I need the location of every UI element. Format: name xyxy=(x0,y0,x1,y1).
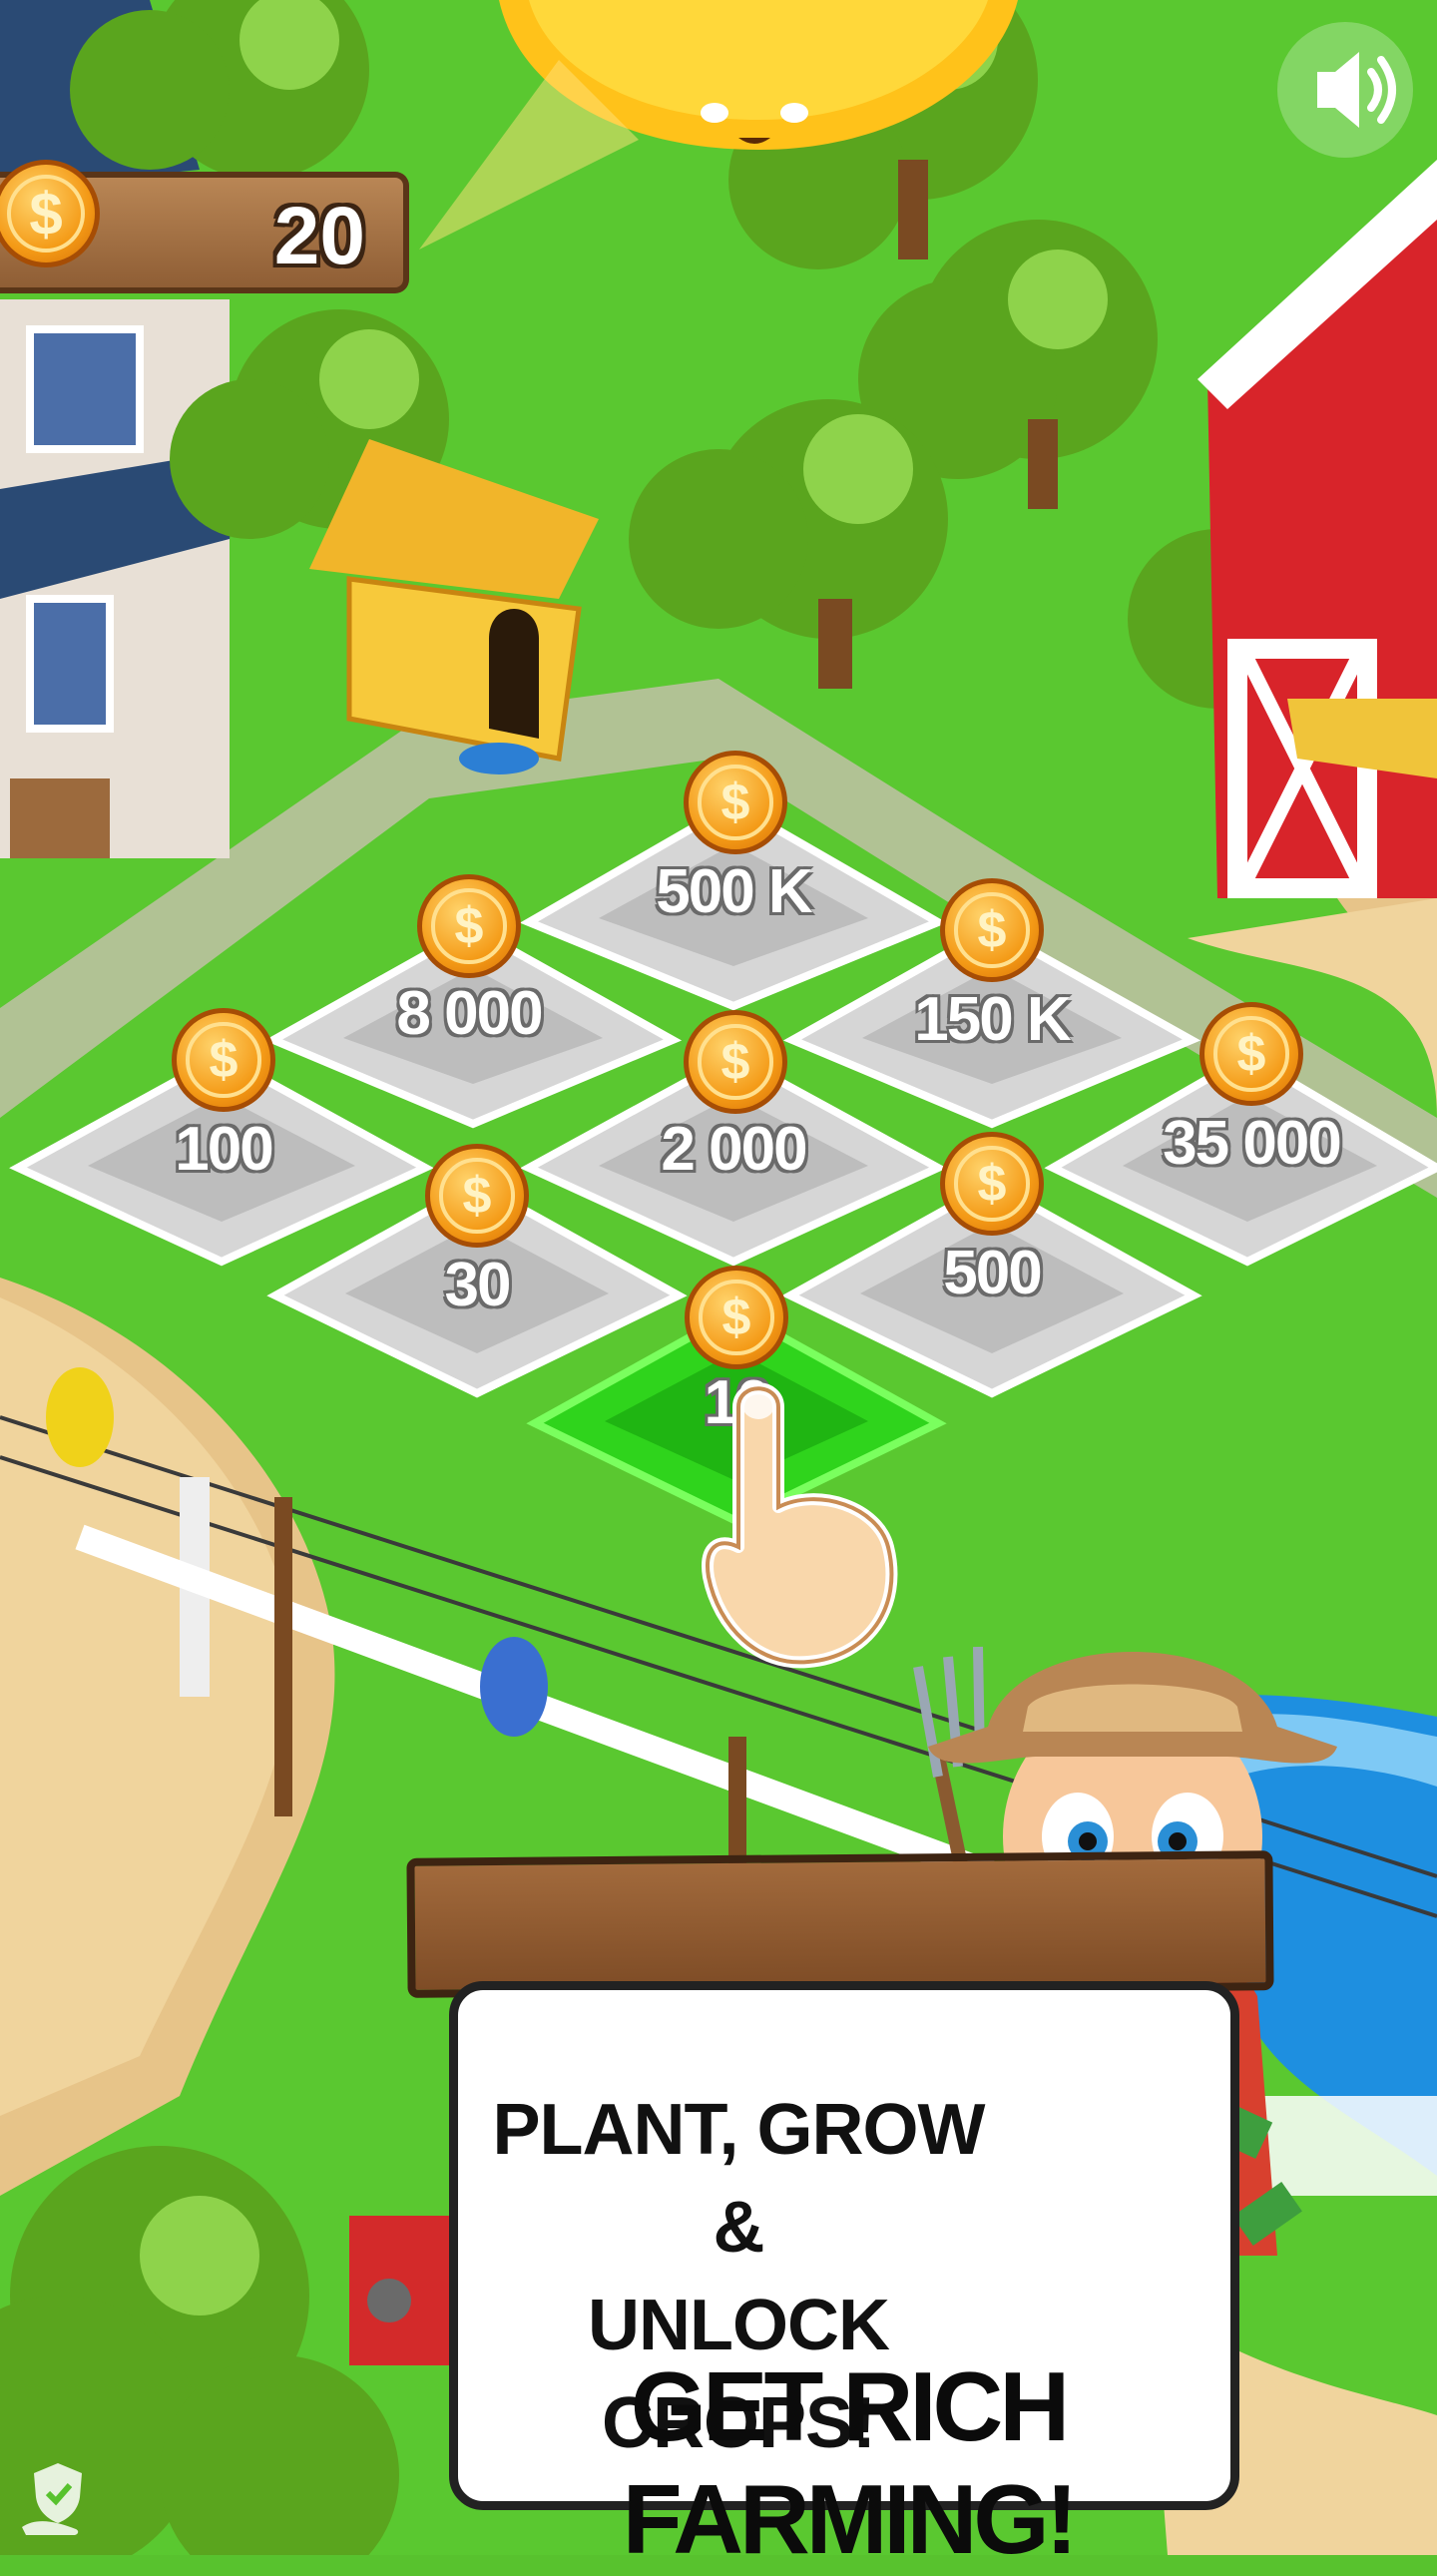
plot-price-label: 100 xyxy=(175,1115,273,1184)
coin-dollar-icon: $ xyxy=(685,1266,788,1369)
coin-dollar-icon: $ xyxy=(1199,1002,1303,1106)
plot-price-label: 8 000 xyxy=(396,979,543,1048)
plot-price-label: 500 xyxy=(943,1239,1042,1307)
tap-hand-icon xyxy=(702,1382,898,1669)
plot-price-label: 35 000 xyxy=(1163,1109,1342,1178)
plot-price-label: 500 K xyxy=(656,857,812,926)
coin-dollar-icon: $ xyxy=(417,874,521,978)
coin-dollar-icon: $ xyxy=(425,1144,529,1248)
plot-price-label: 30 xyxy=(444,1251,512,1319)
promo-subtitle-line: PLANT, GROW & xyxy=(492,2090,986,2268)
plot-price-label: 150 K xyxy=(914,985,1071,1054)
promo-title: GET RICH FARMING! xyxy=(622,2351,1079,2574)
coin-dollar-icon: $ xyxy=(684,751,787,854)
coin-dollar-icon: $ xyxy=(940,1132,1044,1236)
coin-dollar-icon: $ xyxy=(684,1010,787,1114)
coin-dollar-icon: $ xyxy=(172,1008,275,1112)
plot-price-label: 2 000 xyxy=(661,1115,807,1184)
coin-dollar-icon: $ xyxy=(940,878,1044,982)
sign-roof xyxy=(406,1850,1274,1998)
privacy-shield-icon[interactable] xyxy=(16,2457,100,2541)
